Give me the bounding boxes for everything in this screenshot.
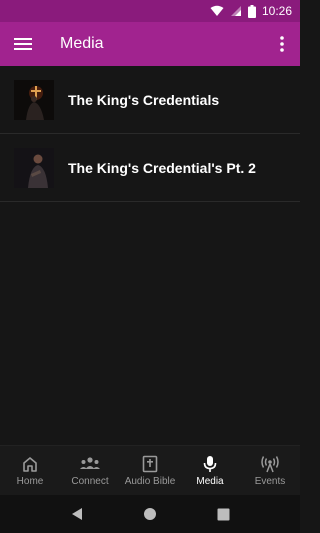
nav-label: Media (196, 475, 224, 487)
media-list: The King's Credentials The King's Creden… (0, 66, 300, 202)
bottom-navigation: Home Connect Audio Bible Media Events (0, 445, 300, 495)
nav-item-connect[interactable]: Connect (60, 446, 120, 495)
status-time: 10:26 (261, 4, 292, 18)
broadcast-icon (261, 455, 279, 472)
home-icon (23, 456, 37, 472)
more-vert-icon (280, 36, 284, 52)
battery-icon (247, 4, 256, 18)
system-navigation-bar (0, 495, 300, 533)
cell-signal-icon (230, 5, 242, 17)
hamburger-icon (14, 38, 32, 50)
back-button[interactable] (62, 499, 92, 529)
list-item[interactable]: The King's Credential's Pt. 2 (0, 134, 300, 202)
nav-item-media[interactable]: Media (180, 446, 240, 495)
status-bar: 10:26 (0, 0, 300, 22)
media-thumbnail (14, 147, 54, 188)
back-triangle-icon (71, 508, 82, 520)
page-title: Media (60, 35, 104, 52)
app-bar: Media (0, 22, 300, 66)
media-title: The King's Credentials (68, 91, 220, 108)
nav-label: Audio Bible (124, 475, 176, 487)
menu-button[interactable] (0, 22, 46, 66)
media-title: The King's Credential's Pt. 2 (68, 159, 256, 176)
people-icon (80, 456, 100, 469)
nav-label: Home (16, 475, 44, 487)
nav-item-home[interactable]: Home (0, 446, 60, 495)
list-item[interactable]: The King's Credentials (0, 66, 300, 134)
home-circle-icon (143, 508, 156, 520)
recents-button[interactable] (208, 499, 238, 529)
media-thumbnail (14, 79, 54, 120)
recents-square-icon (217, 508, 230, 520)
home-system-button[interactable] (135, 499, 165, 529)
bible-icon (142, 455, 158, 472)
nav-item-audio-bible[interactable]: Audio Bible (120, 446, 180, 495)
overflow-menu-button[interactable] (264, 22, 300, 66)
microphone-icon (203, 455, 217, 472)
nav-label: Connect (71, 475, 109, 487)
wifi-icon (210, 5, 224, 17)
nav-item-events[interactable]: Events (240, 446, 300, 495)
nav-label: Events (254, 475, 286, 487)
